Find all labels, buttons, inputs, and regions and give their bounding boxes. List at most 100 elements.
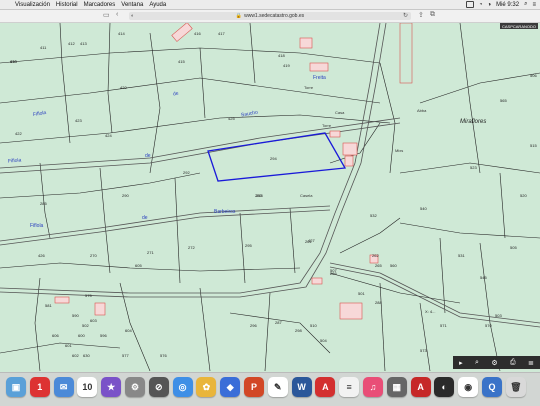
settings-icon[interactable]: ⚙ bbox=[491, 359, 497, 367]
back-icon[interactable]: ‹ bbox=[116, 11, 118, 18]
reader-icon[interactable]: ◐ bbox=[131, 13, 134, 19]
reload-icon[interactable]: ↻ bbox=[403, 12, 408, 19]
dock-iphoto-icon[interactable]: ▣ bbox=[6, 377, 26, 397]
dock-photos-icon[interactable]: ✿ bbox=[196, 377, 217, 397]
parcel-number: 296 bbox=[250, 323, 257, 328]
parcel-number: 600 bbox=[78, 333, 85, 338]
place-label: Casa bbox=[335, 110, 345, 115]
menu-item-ayuda[interactable]: Ayuda bbox=[149, 2, 166, 8]
dock-calendar-icon[interactable]: 10 bbox=[77, 377, 98, 397]
dock-word-icon[interactable]: W bbox=[291, 377, 312, 397]
parcel-number: 540 bbox=[420, 206, 427, 211]
volume-icon[interactable]: ◑ bbox=[487, 2, 491, 8]
parcel-number: 295 bbox=[245, 243, 252, 248]
address-bar[interactable]: ◐ 🔒 www1.sedecatastro.gob.es ↻ bbox=[129, 12, 411, 20]
parcel-number: 523 bbox=[470, 165, 477, 170]
street-label: de bbox=[172, 90, 180, 98]
parcel-number: 505 bbox=[510, 245, 517, 250]
dock-keynote-icon[interactable]: ◆ bbox=[220, 377, 241, 397]
pointer-icon[interactable]: ▸ bbox=[459, 359, 463, 367]
parcel-number: 412 bbox=[68, 41, 75, 46]
dock-powerpoint-icon[interactable]: P bbox=[244, 377, 264, 397]
sidebar-icon[interactable]: ▭ bbox=[103, 11, 110, 19]
parcel-number: 502 bbox=[82, 323, 89, 328]
dock-terminal-icon[interactable]: ⊘ bbox=[148, 377, 169, 397]
dock-notes-icon[interactable]: ≡ bbox=[339, 377, 360, 397]
parcel-number: 590 bbox=[72, 313, 79, 318]
share-icon[interactable]: ⇪ bbox=[418, 11, 424, 19]
dock-app-store-icon[interactable]: ◐ bbox=[434, 377, 455, 397]
menu-item-marcadores[interactable]: Marcadores bbox=[84, 2, 116, 8]
cadastral-map[interactable]: Fiflola de Fiflola de Saucho Fiflola de … bbox=[0, 23, 540, 371]
parcel-number: 565 bbox=[500, 98, 507, 103]
parcel-number: 507 bbox=[330, 268, 337, 273]
dock-photobooth-icon[interactable]: ▦ bbox=[386, 377, 407, 397]
dock-itunes-icon[interactable]: ♫ bbox=[363, 377, 383, 397]
parcel-number: 532 bbox=[370, 213, 377, 218]
menu-item-visualizacion[interactable]: Visualización bbox=[15, 2, 50, 8]
parcel-number: 573 bbox=[420, 348, 427, 353]
clock[interactable]: Mié 9:32 bbox=[496, 2, 519, 8]
parcel-number: 503 bbox=[495, 313, 502, 318]
battery-icon[interactable] bbox=[465, 1, 474, 8]
coords-badge: CASPCARANODO bbox=[499, 23, 538, 29]
coordinate-readout: X: 4... bbox=[425, 309, 436, 314]
parcel-number: 581 bbox=[45, 303, 52, 308]
parcel-number: 270 bbox=[90, 253, 97, 258]
status-area: ◔ ◑ Mié 9:32 ⌕ ≡ bbox=[465, 0, 536, 9]
dock-imovie-icon[interactable]: ★ bbox=[101, 377, 122, 397]
dock-notifications-icon[interactable]: 1 bbox=[29, 377, 50, 397]
parcel-number: 265 bbox=[375, 263, 382, 268]
dock-acrobat-icon[interactable]: A bbox=[315, 377, 336, 397]
parcel-number: 298 bbox=[295, 328, 302, 333]
dock-textedit-icon[interactable]: ✎ bbox=[267, 377, 288, 397]
parcel-number: 604 bbox=[125, 328, 132, 333]
parcel-number: 510 bbox=[310, 323, 317, 328]
print-icon[interactable]: ⎙ bbox=[510, 359, 516, 367]
url-text: www1.sedecatastro.gob.es bbox=[244, 13, 305, 19]
street-label: Barbeiros bbox=[214, 209, 236, 215]
parcel-number: 292 bbox=[183, 170, 190, 175]
dock-preview-icon[interactable]: ✉ bbox=[53, 377, 74, 397]
dock-settings-icon[interactable]: ⚙ bbox=[125, 377, 145, 397]
parcel-number: 290 bbox=[122, 193, 129, 198]
menu-item-historial[interactable]: Historial bbox=[56, 2, 78, 8]
parcel-number: 570 bbox=[485, 323, 492, 328]
parcel-number: 506 bbox=[530, 73, 537, 78]
dock-chrome-icon[interactable]: ◉ bbox=[458, 377, 479, 397]
parcel-number: 423 bbox=[75, 118, 82, 123]
parcel-number: 596 bbox=[100, 333, 107, 338]
parcel-number: 271 bbox=[147, 250, 154, 255]
parcel-number: 426 bbox=[38, 253, 45, 258]
parcel-number: 416 bbox=[194, 31, 201, 36]
parcel-number: 571 bbox=[440, 323, 447, 328]
zoom-icon[interactable]: ⌕ bbox=[475, 359, 479, 367]
parcel-number: 602 bbox=[72, 353, 79, 358]
parcel-number: 419 bbox=[283, 63, 290, 68]
place-label: Torre bbox=[304, 85, 314, 90]
wifi-icon[interactable]: ◔ bbox=[479, 2, 483, 8]
parcel-number: 560 bbox=[390, 263, 397, 268]
parcel-number: 417 bbox=[218, 31, 225, 36]
parcel-number: 601 bbox=[65, 343, 72, 348]
layers-icon[interactable]: ≣ bbox=[528, 359, 534, 367]
parcel-number: 603 bbox=[90, 318, 97, 323]
parcel-number: 285 bbox=[40, 201, 47, 206]
map-tools-bar: ▸ ⌕ ⚙ ⎙ ≣ bbox=[453, 356, 540, 369]
parcel-number: 262 bbox=[372, 253, 379, 258]
menu-list-icon[interactable]: ≡ bbox=[532, 2, 536, 8]
parcel-number: 420 bbox=[120, 85, 127, 90]
tabs-icon[interactable]: ⧉ bbox=[430, 11, 435, 19]
street-label: de bbox=[142, 215, 148, 221]
parcel-number: 531 bbox=[458, 253, 465, 258]
parcel-number: 576 bbox=[160, 353, 167, 358]
parcel-number: 287 bbox=[275, 320, 282, 325]
parcel-number: 630 bbox=[83, 353, 90, 358]
dock-quicktime-icon[interactable]: Q bbox=[482, 377, 502, 397]
search-icon[interactable]: ⌕ bbox=[524, 1, 527, 8]
dock-safari-icon[interactable]: ◎ bbox=[172, 377, 193, 397]
menu-item-ventana[interactable]: Ventana bbox=[121, 2, 143, 8]
dock-acrobat-2-icon[interactable]: A bbox=[410, 377, 431, 397]
dock-trash-icon[interactable]: 🗑 bbox=[505, 377, 526, 397]
place-label: Casela bbox=[300, 193, 313, 198]
